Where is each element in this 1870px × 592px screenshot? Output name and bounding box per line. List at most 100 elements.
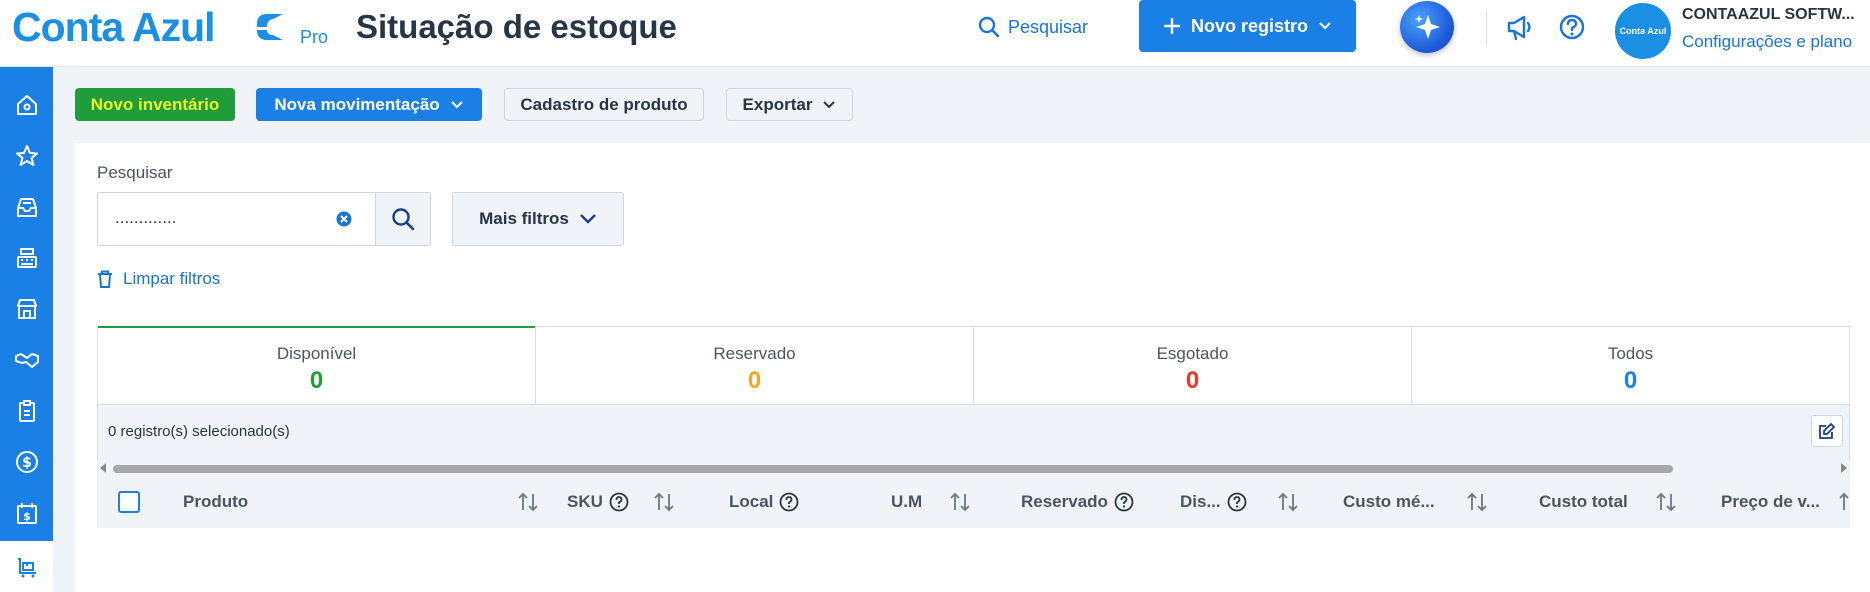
scroll-left-arrow[interactable] <box>100 463 106 473</box>
horizontal-scrollbar[interactable] <box>97 460 1850 476</box>
sidebar-item-inventory[interactable] <box>0 541 53 592</box>
scrollbar-thumb[interactable] <box>113 465 1673 473</box>
tab-count: 0 <box>1623 367 1638 394</box>
edit-icon <box>1819 423 1835 439</box>
select-all-checkbox[interactable] <box>118 491 140 513</box>
tab-count: 0 <box>309 367 324 394</box>
brand-logo[interactable]: Conta Azul <box>12 4 216 51</box>
sort-icon[interactable] <box>1655 492 1677 512</box>
trash-icon <box>98 270 112 288</box>
search-icon <box>978 16 1000 38</box>
column-unit[interactable]: U.M <box>891 476 922 528</box>
column-label: SKU <box>567 492 603 511</box>
sidebar: $ $ <box>0 67 53 592</box>
column-label: Custo mé... <box>1343 492 1435 511</box>
sidebar-item-inbox[interactable] <box>0 181 53 232</box>
clear-search-icon[interactable] <box>336 211 352 227</box>
chevron-down-icon <box>823 100 836 108</box>
column-reserved[interactable]: Reservado <box>1021 476 1134 528</box>
tab-out-of-stock[interactable]: Esgotado 0 <box>974 327 1412 404</box>
inbox-icon <box>16 197 37 217</box>
plus-icon <box>1163 18 1180 34</box>
home-icon <box>16 94 37 115</box>
tab-count: 0 <box>1185 367 1200 394</box>
help-icon[interactable] <box>1558 13 1586 41</box>
column-product[interactable]: Produto <box>183 476 248 528</box>
column-sku[interactable]: SKU <box>567 476 629 528</box>
more-filters-label: Mais filtros <box>479 209 569 228</box>
column-label: U.M <box>891 492 923 511</box>
stock-panel: Pesquisar ............. Mais filtros Lim… <box>75 143 1870 592</box>
help-icon[interactable] <box>1227 492 1247 512</box>
column-average-cost[interactable]: Custo mé... <box>1343 476 1435 528</box>
edit-columns-button[interactable] <box>1811 415 1843 447</box>
global-search-link[interactable]: Pesquisar <box>978 13 1088 41</box>
clipboard-icon <box>18 399 35 422</box>
sidebar-item-store[interactable] <box>0 283 53 334</box>
chevron-down-icon <box>450 100 463 108</box>
plan-badge: Pro <box>300 27 329 47</box>
tab-all[interactable]: Todos 0 <box>1412 327 1849 404</box>
tab-label: Esgotado <box>1156 344 1229 363</box>
megaphone-icon[interactable] <box>1505 13 1535 41</box>
sidebar-item-tasks[interactable] <box>0 385 53 436</box>
column-available[interactable]: Dis... <box>1180 476 1247 528</box>
product-register-button[interactable]: Cadastro de produto <box>504 88 704 121</box>
column-location[interactable]: Local <box>729 476 799 528</box>
settings-link[interactable]: Configurações e plano <box>1682 32 1852 52</box>
column-label: Produto <box>183 492 249 511</box>
help-icon[interactable] <box>1114 492 1134 512</box>
export-button[interactable]: Exportar <box>726 88 853 121</box>
sidebar-item-pos[interactable] <box>0 232 53 283</box>
scroll-right-arrow[interactable] <box>1841 463 1847 473</box>
search-submit-button[interactable] <box>375 192 431 246</box>
help-icon[interactable] <box>609 492 629 512</box>
table-header: Produto SKU Local U.M Reservado Dis... C… <box>97 476 1850 528</box>
search-input[interactable]: ............. <box>97 192 376 246</box>
page-title: Situação de estoque <box>356 8 677 45</box>
help-icon[interactable] <box>779 492 799 512</box>
tab-available[interactable]: Disponível 0 <box>98 326 536 404</box>
column-sale-price[interactable]: Preço de v... <box>1721 476 1820 528</box>
header-divider <box>1486 12 1487 44</box>
store-icon <box>16 298 37 319</box>
new-inventory-button[interactable]: Novo inventário <box>75 88 235 121</box>
sort-icon[interactable] <box>653 492 675 512</box>
column-label: Local <box>729 492 774 511</box>
more-filters-button[interactable]: Mais filtros <box>452 192 624 246</box>
calendar-dollar-icon: $ <box>16 502 37 524</box>
new-record-button[interactable]: Novo registro <box>1139 0 1356 52</box>
tab-label: Reservado <box>713 344 796 363</box>
sort-icon[interactable] <box>1466 492 1488 512</box>
chevron-down-icon <box>1319 22 1331 30</box>
search-link-label: Pesquisar <box>1008 16 1089 37</box>
dollar-icon: $ <box>15 450 38 473</box>
column-label: Dis... <box>1180 492 1221 511</box>
column-total-cost[interactable]: Custo total <box>1539 476 1628 528</box>
tab-label: Disponível <box>276 344 357 363</box>
tab-reserved[interactable]: Reservado 0 <box>536 327 974 404</box>
sort-icon[interactable] <box>1838 492 1850 512</box>
clear-filters-label: Limpar filtros <box>123 269 221 288</box>
cash-register-icon <box>16 247 37 268</box>
sort-icon[interactable] <box>1277 492 1299 512</box>
company-name[interactable]: CONTAAZUL SOFTW... <box>1682 6 1855 24</box>
selection-bar: 0 registro(s) selecionado(s) <box>97 405 1850 460</box>
sidebar-item-deals[interactable] <box>0 334 53 385</box>
sidebar-item-billing[interactable]: $ <box>0 487 53 538</box>
new-movement-button[interactable]: Nova movimentação <box>256 88 482 121</box>
chevron-down-icon <box>580 214 596 224</box>
stock-status-tabs: Disponível 0 Reservado 0 Esgotado 0 Todo… <box>97 326 1850 405</box>
sidebar-item-favorites[interactable] <box>0 130 53 181</box>
column-label: Custo total <box>1539 492 1628 511</box>
clear-filters-link[interactable]: Limpar filtros <box>97 269 220 289</box>
ai-assistant-button[interactable] <box>1400 1 1454 53</box>
svg-text:$: $ <box>23 510 31 523</box>
sort-icon[interactable] <box>517 492 539 512</box>
avatar[interactable]: Conta Azul <box>1615 3 1671 59</box>
sidebar-item-finance[interactable]: $ <box>0 436 53 487</box>
new-record-label: Novo registro <box>1190 15 1309 36</box>
sort-icon[interactable] <box>949 492 971 512</box>
star-icon <box>15 144 38 166</box>
sidebar-item-home[interactable] <box>0 79 53 130</box>
